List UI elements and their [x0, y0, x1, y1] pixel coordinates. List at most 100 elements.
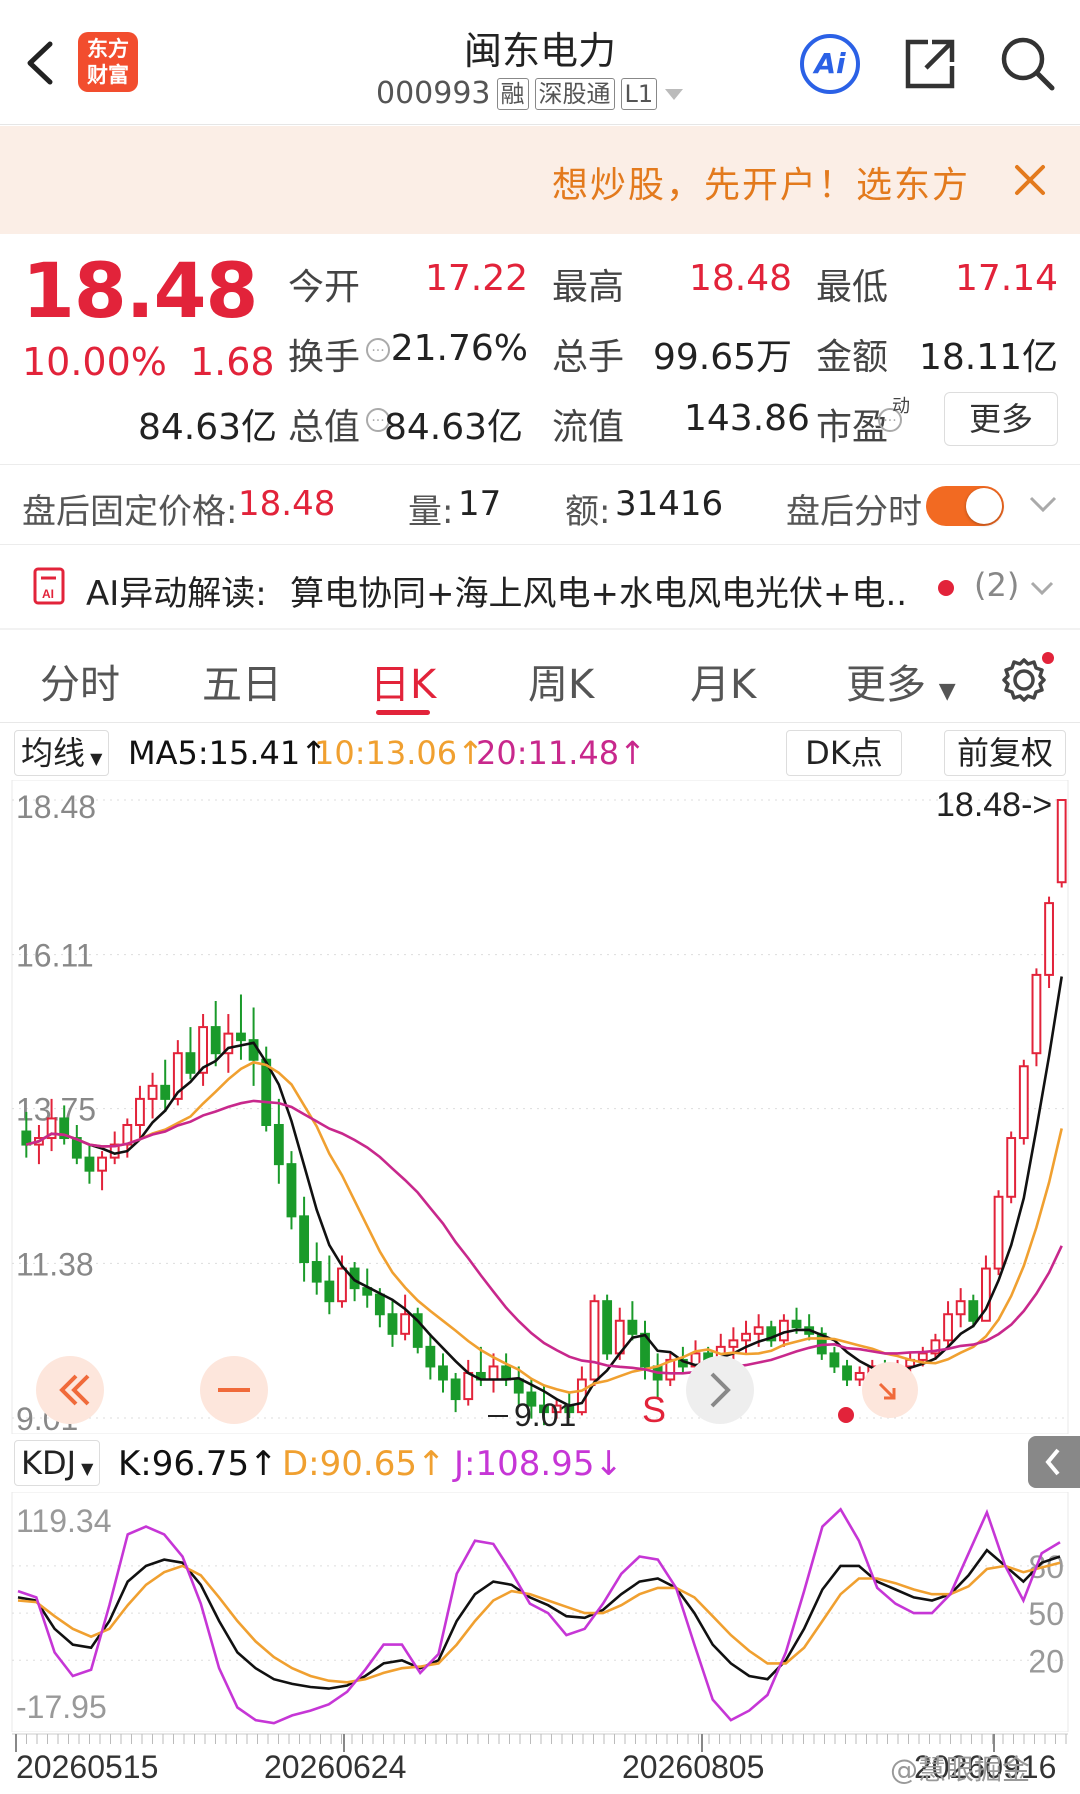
unread-dot: [938, 580, 954, 596]
stat-label: 总手: [552, 337, 625, 378]
price-adjust-button[interactable]: 前复权: [944, 730, 1066, 776]
divider: [0, 628, 1080, 630]
candle-body: [450, 1378, 461, 1401]
scroll-right-button: [686, 1356, 754, 1424]
candle-body: [1056, 799, 1067, 884]
ma20-value: 20:11.48↑: [476, 734, 646, 772]
candle-body: [753, 1326, 764, 1335]
change-value: 1.68: [190, 340, 275, 384]
ai-button[interactable]: Ai: [800, 34, 860, 94]
kdj-chart[interactable]: 119.34805020-17.95: [0, 1492, 1080, 1732]
chart-frame: [11, 780, 1069, 1434]
share-button[interactable]: [902, 36, 958, 96]
candle-body: [299, 1215, 310, 1264]
search-button[interactable]: [998, 34, 1056, 96]
candle-body: [854, 1371, 865, 1381]
caret-down-icon: ▼: [76, 1459, 94, 1478]
caret-down-icon: ▼: [938, 679, 956, 704]
tab-daily-k[interactable]: 日K: [370, 652, 436, 710]
caret-down-icon[interactable]: [663, 87, 685, 101]
candle-body: [374, 1293, 385, 1316]
tab-intraday[interactable]: 分时: [40, 652, 120, 710]
more-stats-button[interactable]: 更多: [944, 392, 1058, 446]
y-tick-label: 11.38: [16, 1246, 94, 1282]
divider: [0, 722, 1080, 723]
close-icon[interactable]: [1014, 164, 1046, 196]
tag-connect: 深股通: [534, 77, 615, 110]
divider: [0, 464, 1080, 465]
candle-body: [842, 1365, 852, 1381]
tab-more[interactable]: 更多 ▼: [846, 652, 956, 710]
candle-body: [147, 1084, 158, 1100]
candle-body: [829, 1352, 840, 1368]
kdj-d-value: D:90.65↑: [282, 1444, 445, 1484]
chevron-down-icon[interactable]: [1028, 494, 1058, 514]
ai-report-icon: AI: [33, 567, 65, 605]
candle-body: [273, 1123, 284, 1166]
kdj-j-value: J:108.95↓: [454, 1444, 623, 1484]
tab-monthly-k[interactable]: 月K: [690, 652, 756, 710]
after-hours-toggle[interactable]: [926, 486, 1004, 526]
up-arrow-icon: ↑: [249, 1444, 278, 1484]
stat-value: 99.65万: [652, 337, 792, 378]
promo-text: 想炒股，先开户！选东方: [551, 165, 970, 206]
tab-weekly-k[interactable]: 周K: [528, 652, 594, 710]
down-arrow-icon: ↓: [594, 1444, 623, 1484]
candlestick-chart[interactable]: 18.4816.1113.7511.389.0118.48->9.01 S: [0, 780, 1080, 1434]
dk-point-button[interactable]: DK点: [786, 730, 902, 776]
up-arrow-icon: ↑: [619, 734, 646, 772]
stat-value: 21.76%: [390, 328, 528, 369]
after-hours-volume-label: 量:: [408, 492, 454, 532]
tag-level: L1: [620, 77, 658, 110]
candle-body: [791, 1319, 802, 1329]
share-icon: [905, 39, 955, 89]
candle-body: [993, 1195, 1004, 1270]
low-price-marker: 9.01: [514, 1397, 576, 1433]
tab-more-label: 更多: [846, 662, 926, 708]
last-price-marker: 18.48->: [936, 786, 1052, 824]
search-icon: [1001, 37, 1055, 91]
watermark-text: @慧眼掘金: [890, 1753, 1031, 1786]
tab-five-day[interactable]: 五日: [202, 652, 282, 710]
stock-code: 000993: [376, 76, 491, 111]
y-tick-label: -17.95: [16, 1689, 107, 1725]
candle-body: [602, 1300, 613, 1355]
collapse-panel-button[interactable]: [1028, 1436, 1080, 1488]
promo-banner[interactable]: 想炒股，先开户！选东方: [0, 126, 1080, 234]
ma20-line: [25, 1099, 1063, 1375]
last-price: 18.48: [22, 246, 258, 335]
after-hours-toggle-label: 盘后分时: [786, 492, 922, 532]
stock-code-line: 000993 融 深股通 L1: [376, 76, 685, 111]
svg-text:AI: AI: [42, 587, 54, 601]
info-icon[interactable]: ···: [366, 338, 390, 362]
stat-value: 84.63亿: [138, 407, 278, 448]
ma10-text: 10:13.06: [314, 734, 458, 772]
ma5-line: [25, 976, 1063, 1407]
chart-settings-button[interactable]: [998, 650, 1054, 710]
candle-body: [324, 1280, 335, 1303]
chevron-down-icon: [1030, 581, 1054, 596]
stat-value: 143.86: [684, 398, 810, 439]
kdj-selector[interactable]: KDJ ▼: [14, 1440, 101, 1486]
stat-label: 最高: [552, 267, 625, 308]
candle-body: [311, 1261, 322, 1283]
ai-insight-label: AI异动解读:: [86, 574, 267, 614]
after-hours-amount-label: 额:: [565, 492, 611, 532]
y-tick-label: 18.48: [16, 789, 96, 825]
candle-body: [627, 1319, 638, 1335]
kdj-j-line: [17, 1507, 1061, 1725]
ma5-text: MA5:15.41: [128, 734, 301, 772]
indicator-selector-label: 均线: [21, 734, 86, 772]
active-tab-indicator: [376, 710, 430, 715]
ai-insight-row[interactable]: AI AI异动解读: 算电协同+海上风电+水电风电光伏+电... (2): [0, 546, 1080, 626]
candle-body: [236, 1032, 246, 1042]
pe-superscript: 动: [892, 396, 910, 417]
kdj-j-text: J:108.95: [454, 1444, 595, 1484]
indicator-selector[interactable]: 均线 ▼: [14, 730, 110, 776]
signal-dot: [838, 1407, 854, 1423]
stat-label: 流值: [552, 407, 625, 448]
after-hours-price: 18.48: [238, 484, 336, 524]
price-adjust-label: 前复权: [956, 734, 1053, 772]
candle-body: [425, 1345, 436, 1368]
candle-body: [463, 1371, 474, 1401]
